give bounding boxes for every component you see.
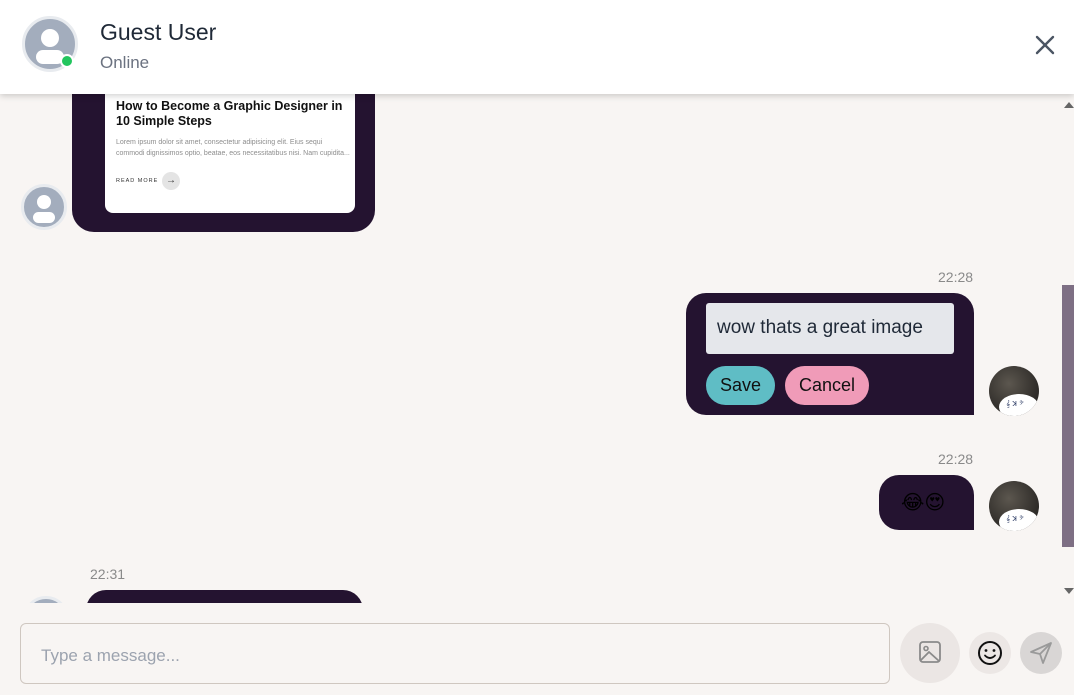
guest-avatar <box>21 184 67 230</box>
scroll-up-arrow-icon[interactable] <box>1064 102 1074 108</box>
cancel-button[interactable]: Cancel <box>785 366 869 405</box>
user-avatar: 𝄞 ꓘ 𝄢 <box>989 366 1039 416</box>
smiley-icon <box>978 641 1002 665</box>
read-more-link[interactable]: READ MORE <box>116 178 158 184</box>
edit-message-input[interactable]: wow thats a great image <box>706 303 954 354</box>
contact-status: Online <box>100 53 150 72</box>
arrow-right-icon[interactable]: → <box>162 172 180 190</box>
send-button[interactable] <box>1020 632 1062 674</box>
message-input[interactable]: Type a message... <box>20 623 890 684</box>
close-button[interactable] <box>1030 30 1060 60</box>
guest-message-bubble <box>86 590 363 603</box>
contact-name: Guest User <box>100 19 217 45</box>
emoji-button[interactable] <box>969 632 1011 674</box>
online-indicator <box>60 54 74 68</box>
user-avatar: 𝄞 ꓘ 𝄢 <box>989 481 1039 531</box>
scrollbar-thumb[interactable] <box>1062 285 1074 547</box>
save-button[interactable]: Save <box>706 366 775 405</box>
image-icon <box>919 641 941 663</box>
attach-image-button[interactable] <box>900 623 960 683</box>
message-timestamp: 22:28 <box>938 451 974 467</box>
message-list[interactable]: How to Become a Graphic Designer in 10 S… <box>0 94 1074 603</box>
scroll-down-arrow-icon[interactable] <box>1064 588 1074 594</box>
message-timestamp: 22:31 <box>90 566 126 582</box>
link-preview-card[interactable]: How to Become a Graphic Designer in 10 S… <box>105 94 355 213</box>
message-timestamp: 22:28 <box>938 269 974 285</box>
send-icon <box>1030 642 1052 664</box>
message-emojis: 😂😍 <box>901 490 946 514</box>
link-card-title: How to Become a Graphic Designer in 10 S… <box>116 99 343 128</box>
close-icon <box>1035 35 1055 55</box>
chat-header: Guest User Online <box>0 0 1074 94</box>
guest-avatar <box>23 596 69 603</box>
link-card-excerpt: Lorem ipsum dolor sit amet, consectetur … <box>116 139 350 157</box>
composer-bar: Type a message... <box>0 603 1074 695</box>
